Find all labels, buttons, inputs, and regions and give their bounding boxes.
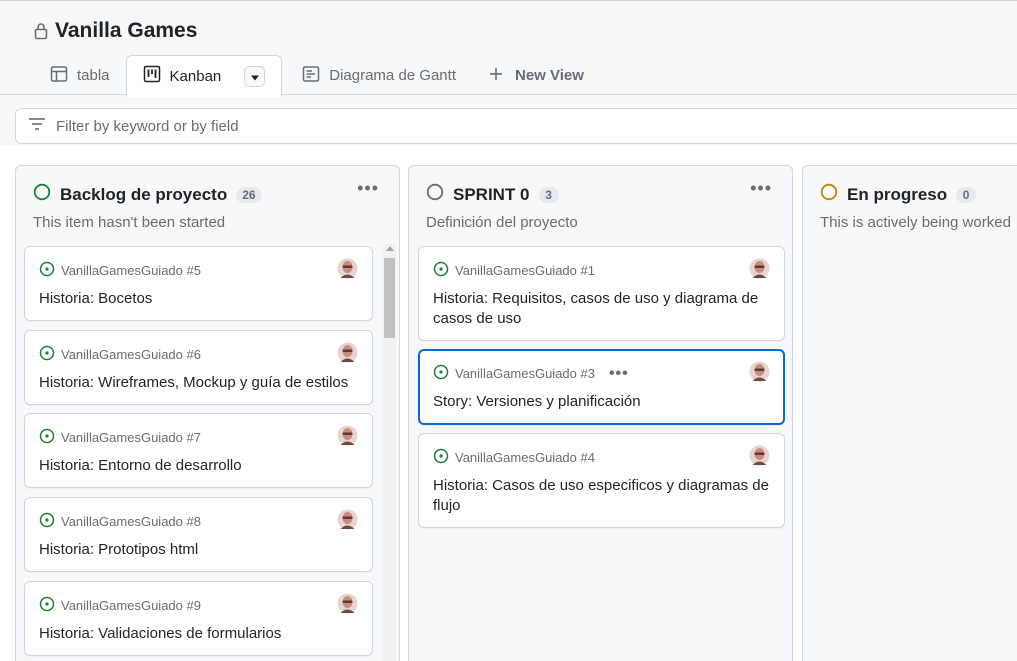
scroll-up-arrow-icon[interactable] [386,246,394,251]
card-ref: VanillaGamesGuiado #5 [61,263,201,278]
card-ref: VanillaGamesGuiado #7 [61,430,201,445]
column-name: SPRINT 0 [453,184,530,204]
avatar[interactable] [337,593,358,614]
card-ref: VanillaGamesGuiado #1 [455,263,595,278]
avatar[interactable] [337,258,358,279]
tab-kanban[interactable]: Kanban [125,55,283,97]
new-view-label: New View [514,67,584,84]
card-ref: VanillaGamesGuiado #6 [61,347,201,362]
avatar[interactable] [337,425,358,446]
avatar[interactable] [749,361,770,382]
card-meta: VanillaGamesGuiado #3 ••• [433,364,629,383]
tab-kanban-label: Kanban [169,67,222,85]
column-count: 3 [538,186,559,203]
card-title: Historia: Wireframes, Mockup y guía de e… [39,374,349,391]
filter-bar[interactable] [15,108,1017,144]
tab-tabla-label: tabla [77,67,110,84]
column-description: This is actively being worked [820,214,1011,231]
issue-opened-icon [39,596,55,615]
card[interactable]: VanillaGamesGuiado #6 Historia: Wirefram… [24,330,373,405]
card-title: Historia: Prototipos html [39,541,199,558]
column-header: Backlog de proyecto 26 [33,183,262,206]
column-description: This item hasn't been started [33,214,226,231]
card-meta: VanillaGamesGuiado #4 [433,448,595,467]
issue-opened-icon [433,261,449,280]
card-ref: VanillaGamesGuiado #9 [61,598,201,613]
column-name: Backlog de proyecto [60,184,228,204]
column-menu-button[interactable]: ••• [750,178,772,199]
card-more-options-button[interactable]: ••• [609,365,629,383]
issue-opened-icon [433,364,449,383]
column-scrollbar[interactable] [383,244,396,661]
column-count: 26 [236,186,262,203]
scroll-thumb[interactable] [384,258,395,338]
tab-tabla[interactable]: tabla [34,55,126,96]
card-ref: VanillaGamesGuiado #3 [455,366,595,381]
card[interactable]: VanillaGamesGuiado #7 Historia: Entorno … [24,413,373,488]
card-selected[interactable]: VanillaGamesGuiado #3 ••• Story: Version… [418,349,785,425]
issue-opened-icon [39,512,55,531]
card-ref: VanillaGamesGuiado #8 [61,514,201,529]
column-en-progreso: En progreso 0 This is actively being wor… [802,165,1017,661]
tab-gantt-label: Diagrama de Gantt [329,67,456,84]
card-title: Historia: Validaciones de formularios [39,625,282,642]
issue-opened-icon [39,345,55,364]
issue-opened-icon [39,261,55,280]
card-title: Historia: Requisitos, casos de uso y dia… [433,290,759,327]
project-title-row: Vanilla Games [33,19,197,43]
column-menu-button[interactable]: ••• [357,178,379,199]
view-options-button[interactable] [244,65,266,87]
card-ref: VanillaGamesGuiado #4 [455,450,595,465]
lock-icon [33,22,49,40]
card-meta: VanillaGamesGuiado #1 [433,261,595,280]
circle-gray-icon [426,183,444,206]
column-header: En progreso 0 [820,183,977,206]
filter-input[interactable] [56,117,456,135]
avatar[interactable] [337,342,358,363]
column-backlog: Backlog de proyecto 26 ••• This item has… [15,165,400,661]
roadmap-icon [302,65,320,87]
circle-green-icon [33,183,51,206]
kanban-board: Backlog de proyecto 26 ••• This item has… [0,145,1017,661]
card-meta: VanillaGamesGuiado #5 [39,261,201,280]
triangle-down-icon [250,68,260,85]
card-meta: VanillaGamesGuiado #6 [39,345,201,364]
avatar[interactable] [337,509,358,530]
kanban-icon [143,65,161,87]
card[interactable]: VanillaGamesGuiado #9 Historia: Validaci… [24,581,373,656]
project-header: Vanilla Games tabla Kanban Diagrama de G… [0,1,1017,97]
column-header: SPRINT 0 3 [426,183,559,206]
card-meta: VanillaGamesGuiado #7 [39,428,201,447]
column-count: 0 [956,186,977,203]
card[interactable]: VanillaGamesGuiado #5 Historia: Bocetos [24,246,373,321]
avatar[interactable] [749,258,770,279]
card[interactable]: VanillaGamesGuiado #1 Historia: Requisit… [418,246,785,341]
card-title: Story: Versiones y planificación [433,393,641,410]
column-description: Definición del proyecto [426,214,578,231]
table-icon [50,65,68,87]
card-title: Historia: Casos de uso especificos y dia… [433,477,769,514]
project-title: Vanilla Games [55,19,198,42]
circle-yellow-icon [820,183,838,206]
card-title: Historia: Entorno de desarrollo [39,457,242,474]
column-sprint-0: SPRINT 0 3 ••• Definición del proyecto V… [408,165,793,661]
card-meta: VanillaGamesGuiado #8 [39,512,201,531]
issue-opened-icon [433,448,449,467]
column-name: En progreso [847,184,948,204]
card[interactable]: VanillaGamesGuiado #4 Historia: Casos de… [418,433,785,528]
view-tabs: tabla Kanban Diagrama de Gantt New View [34,55,600,97]
card[interactable]: VanillaGamesGuiado #8 Historia: Prototip… [24,497,373,572]
tab-gantt[interactable]: Diagrama de Gantt [286,55,472,96]
avatar[interactable] [749,445,770,466]
card-title: Historia: Bocetos [39,290,153,307]
card-meta: VanillaGamesGuiado #9 [39,596,201,615]
issue-opened-icon [39,428,55,447]
plus-icon [488,66,504,86]
filter-icon [28,117,46,136]
new-view-button[interactable]: New View [472,55,600,96]
